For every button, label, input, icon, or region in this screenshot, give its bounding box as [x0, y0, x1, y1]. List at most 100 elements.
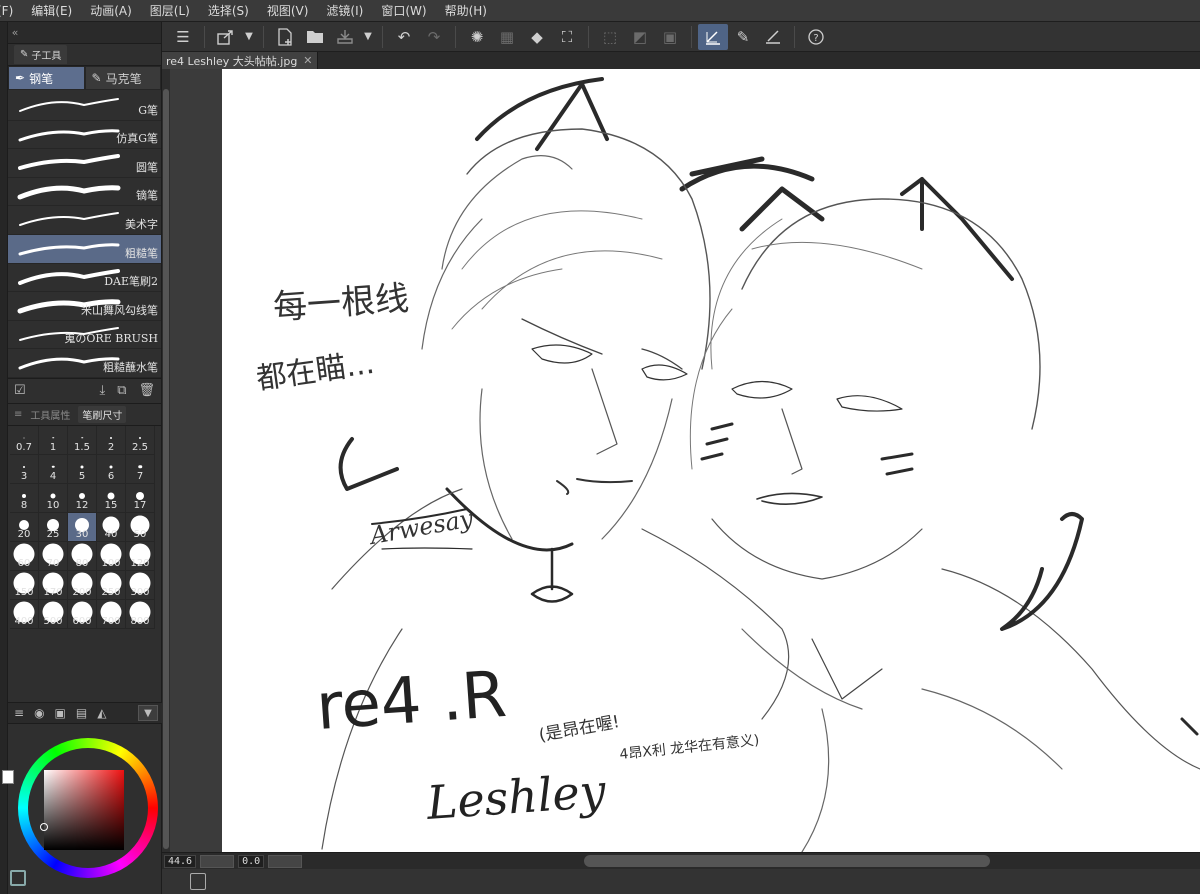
- zoom-slider[interactable]: [200, 854, 235, 868]
- menu-layer[interactable]: 图层(L): [141, 0, 199, 22]
- menu-edit[interactable]: 编辑(E): [22, 0, 81, 22]
- canvas-area[interactable]: 每一根线 都在瞄... Arwesay re4 .R Leshley (是昂在喔…: [162, 69, 1200, 852]
- brush-size-cell[interactable]: 70: [39, 541, 68, 571]
- navigator-icon[interactable]: [190, 873, 206, 890]
- brush-size-cell[interactable]: 10: [39, 483, 68, 513]
- brush-size-cell[interactable]: 40: [97, 512, 126, 542]
- brush-size-cell[interactable]: 80: [68, 541, 97, 571]
- brush-size-cell[interactable]: 6: [97, 454, 126, 484]
- invert-icon[interactable]: ◩: [625, 24, 655, 50]
- panel-menu-icon[interactable]: ≡: [14, 706, 24, 720]
- brush-size-cell[interactable]: 2.5: [126, 425, 155, 455]
- new-file-icon[interactable]: [270, 24, 300, 50]
- help-icon[interactable]: ?: [801, 24, 831, 50]
- menu-filter[interactable]: 滤镜(I): [317, 0, 372, 22]
- brush-size-cell[interactable]: 12: [68, 483, 97, 513]
- fill-icon[interactable]: ◆: [522, 24, 552, 50]
- brush-size-cell[interactable]: 30: [68, 512, 97, 542]
- close-icon[interactable]: ✕: [303, 54, 312, 67]
- vertical-scrollbar[interactable]: [162, 69, 170, 852]
- panel-menu-icon[interactable]: ≡: [14, 409, 22, 420]
- stroke-icon[interactable]: [758, 24, 788, 50]
- menu-icon[interactable]: ☰: [168, 24, 198, 50]
- brush-size-cell[interactable]: 700: [97, 599, 126, 629]
- crop-icon[interactable]: ⛶: [552, 24, 582, 50]
- group-tab-pen[interactable]: ✒ 钢笔: [8, 66, 85, 90]
- foreground-color-swatch[interactable]: [2, 770, 14, 784]
- intermediate-color-tab-icon[interactable]: ▤: [76, 706, 87, 720]
- brush-settings-icon[interactable]: ☑: [14, 383, 26, 398]
- undo-icon[interactable]: ↶: [389, 24, 419, 50]
- brush-item[interactable]: 镝笔: [8, 177, 161, 207]
- collapse-panel-icon[interactable]: «: [8, 26, 22, 39]
- brush-item[interactable]: 嵬のORE BRUSH: [8, 320, 161, 350]
- brush-size-cell[interactable]: 120: [126, 541, 155, 571]
- brush-size-cell[interactable]: 400: [10, 599, 39, 629]
- import-icon[interactable]: ⤓: [99, 383, 105, 398]
- brush-size-cell[interactable]: 150: [10, 570, 39, 600]
- rotation-field[interactable]: 0.0: [238, 854, 265, 868]
- open-folder-icon[interactable]: [300, 24, 330, 50]
- group-tab-marker[interactable]: ✎ 马克笔: [84, 66, 161, 90]
- brush-size-cell[interactable]: 600: [68, 599, 97, 629]
- loading-icon[interactable]: ✺: [462, 24, 492, 50]
- brush-size-cell[interactable]: 7: [126, 454, 155, 484]
- history-tab-icon[interactable]: ◭: [97, 706, 106, 720]
- document-tab[interactable]: re4 Leshley 大头帖帖.jpg ✕: [162, 52, 318, 69]
- menu-animation[interactable]: 动画(A): [81, 0, 141, 22]
- saturation-value-box[interactable]: [44, 770, 124, 850]
- brush-item[interactable]: G笔: [8, 92, 161, 121]
- brush-size-cell[interactable]: 1.5: [68, 425, 97, 455]
- brush-size-cell[interactable]: 170: [39, 570, 68, 600]
- brush-size-cell[interactable]: 200: [68, 570, 97, 600]
- brush-size-cell[interactable]: 17: [126, 483, 155, 513]
- brush-item[interactable]: DAE笔刷2: [8, 263, 161, 293]
- zoom-field[interactable]: 44.6: [164, 854, 197, 868]
- chevron-down-icon[interactable]: ▼: [360, 24, 376, 50]
- copy-icon[interactable]: ⧉: [117, 383, 126, 398]
- redo-icon[interactable]: ↷: [419, 24, 449, 50]
- menu-file[interactable]: (F): [0, 0, 22, 22]
- color-picker-cursor[interactable]: [40, 823, 48, 831]
- brush-size-cell[interactable]: 0.7: [10, 425, 39, 455]
- menu-help[interactable]: 帮助(H): [436, 0, 496, 22]
- clear-selection-icon[interactable]: ⬚: [595, 24, 625, 50]
- color-set-tab-icon[interactable]: ▣: [55, 706, 66, 720]
- background-color-swatch[interactable]: [10, 870, 26, 886]
- chevron-down-icon[interactable]: ▼: [138, 705, 158, 721]
- brush-item[interactable]: 仿真G笔: [8, 120, 161, 150]
- brush-size-cell[interactable]: 8: [10, 483, 39, 513]
- subtool-tab[interactable]: ✎ 子工具: [14, 45, 68, 64]
- brush-size-cell[interactable]: 1: [39, 425, 68, 455]
- brush-size-cell[interactable]: 500: [39, 599, 68, 629]
- brush-size-cell[interactable]: 60: [10, 541, 39, 571]
- brush-item[interactable]: 圆笔: [8, 149, 161, 178]
- pen-active-icon[interactable]: [698, 23, 728, 50]
- brush-size-cell[interactable]: 3: [10, 454, 39, 484]
- brush-item[interactable]: 粗糙蘸水笔: [8, 349, 161, 378]
- menu-view[interactable]: 视图(V): [258, 0, 318, 22]
- rotation-slider[interactable]: [268, 854, 303, 868]
- brush-size-tab[interactable]: 笔刷尺寸: [78, 405, 127, 423]
- drawing-canvas[interactable]: 每一根线 都在瞄... Arwesay re4 .R Leshley (是昂在喔…: [222, 69, 1200, 852]
- horizontal-scrollbar[interactable]: [584, 855, 990, 867]
- brush-size-cell[interactable]: 25: [39, 512, 68, 542]
- trash-icon[interactable]: 🗑: [138, 383, 155, 398]
- brush-size-cell[interactable]: 4: [39, 454, 68, 484]
- brush-size-cell[interactable]: 20: [10, 512, 39, 542]
- ink-icon[interactable]: ✎: [728, 24, 758, 50]
- scrollbar-thumb[interactable]: [163, 89, 169, 849]
- brush-item[interactable]: 美术字: [8, 206, 161, 235]
- brush-item[interactable]: 粗糙笔: [8, 234, 161, 264]
- menu-select[interactable]: 选择(S): [199, 0, 258, 22]
- brush-size-cell[interactable]: 250: [97, 570, 126, 600]
- brush-size-cell[interactable]: 800: [126, 599, 155, 629]
- brush-size-cell[interactable]: 300: [126, 570, 155, 600]
- brush-size-cell[interactable]: 15: [97, 483, 126, 513]
- chevron-down-icon[interactable]: ▼: [241, 24, 257, 50]
- border-icon[interactable]: ▣: [655, 24, 685, 50]
- brush-size-cell[interactable]: 100: [97, 541, 126, 571]
- brush-item[interactable]: 米山舞风勾线笔: [8, 292, 161, 321]
- transform-icon[interactable]: ▦: [492, 24, 522, 50]
- color-wheel-tab-icon[interactable]: ◉: [34, 706, 44, 720]
